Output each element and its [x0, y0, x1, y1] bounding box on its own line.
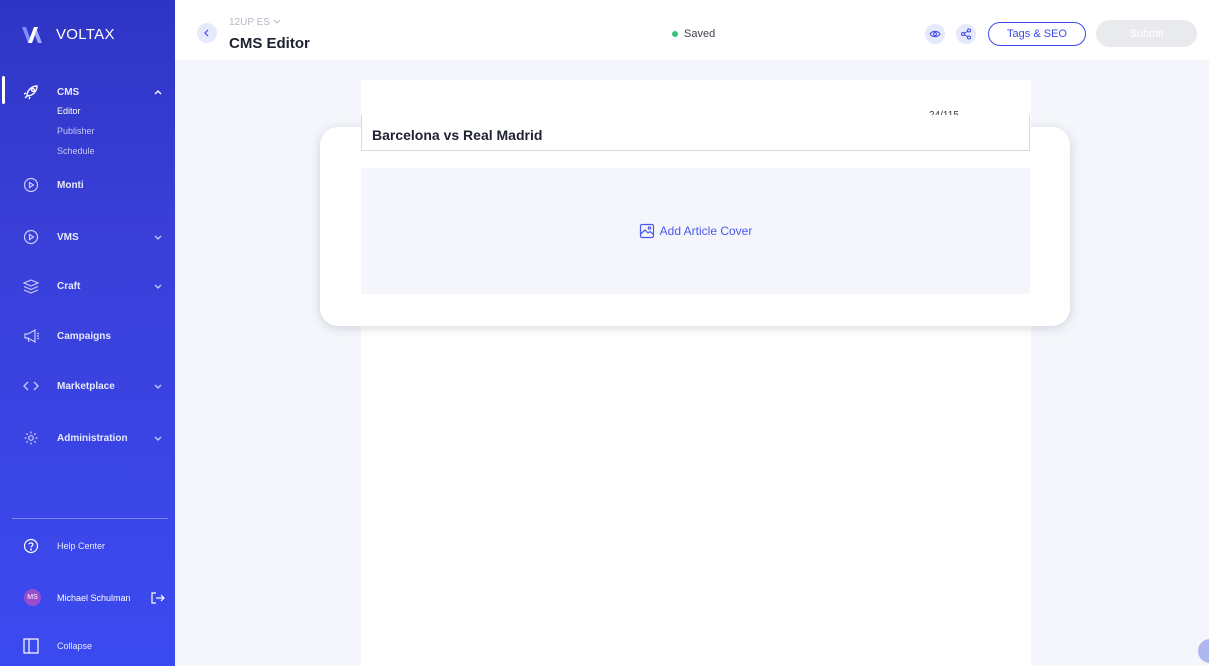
help-circle-icon	[22, 537, 40, 555]
collapse-label: Collapse	[57, 641, 93, 651]
sidebar-collapse-button[interactable]: Collapse	[0, 634, 175, 658]
sidebar-panel-icon	[22, 637, 40, 655]
rocket-icon	[22, 83, 40, 101]
share-button[interactable]	[956, 24, 976, 44]
sidebar-subitem-editor[interactable]: Editor	[57, 106, 81, 116]
save-status-label: Saved	[684, 28, 716, 40]
brand-name: VOLTAX	[56, 26, 115, 43]
sidebar-item-help-center[interactable]: Help Center	[0, 534, 175, 558]
share-icon	[961, 28, 971, 40]
sidebar-subitem-publisher[interactable]: Publisher	[57, 126, 95, 136]
sidebar-item-marketplace[interactable]: Marketplace	[0, 374, 175, 398]
sidebar-divider	[12, 518, 168, 519]
chevron-down-icon	[154, 284, 162, 289]
back-button[interactable]	[197, 23, 217, 43]
megaphone-icon	[22, 327, 40, 345]
play-circle-icon	[22, 228, 40, 246]
submit-button[interactable]: Submit	[1096, 20, 1197, 47]
chevron-down-icon	[154, 436, 162, 441]
page-title: CMS Editor	[229, 35, 310, 52]
gear-icon	[22, 429, 40, 447]
layers-icon	[22, 277, 40, 295]
code-brackets-icon	[22, 377, 40, 395]
site-selector[interactable]: 12UP ES	[229, 17, 281, 28]
sidebar-item-label: Monti	[57, 179, 84, 191]
sidebar-item-monti[interactable]: Monti	[0, 173, 175, 197]
chevron-up-icon	[154, 90, 162, 95]
status-dot	[672, 31, 678, 37]
add-cover-label: Add Article Cover	[659, 224, 753, 238]
add-cover-area[interactable]: Add Article Cover	[361, 168, 1030, 294]
chevron-down-icon	[154, 384, 162, 389]
add-cover-button[interactable]: Add Article Cover	[639, 223, 753, 239]
sidebar-item-administration[interactable]: Administration	[0, 426, 175, 450]
play-circle-icon	[22, 176, 40, 194]
chevron-left-icon	[204, 29, 209, 37]
logout-icon[interactable]	[150, 591, 166, 605]
sidebar-item-label: Administration	[57, 432, 128, 444]
sidebar: VOLTAX CMS Editor Publisher Schedule Mon…	[0, 0, 175, 666]
sidebar-item-label: VMS	[57, 231, 79, 243]
article-title-field[interactable]: Barcelona vs Real Madrid	[361, 115, 1030, 151]
sidebar-item-label: Help Center	[57, 541, 106, 551]
voltax-logo-icon	[22, 26, 42, 43]
sidebar-item-vms[interactable]: VMS	[0, 225, 175, 249]
image-icon	[639, 223, 654, 239]
tags-seo-button[interactable]: Tags & SEO	[988, 22, 1086, 46]
sidebar-item-craft[interactable]: Craft	[0, 274, 175, 298]
chevron-down-icon	[273, 19, 281, 24]
sidebar-user: Michael Schulman	[0, 586, 175, 610]
sidebar-item-label: Craft	[57, 280, 81, 292]
site-selector-label: 12UP ES	[229, 17, 270, 28]
user-name: Michael Schulman	[57, 593, 131, 603]
sidebar-item-label: Campaigns	[57, 330, 111, 342]
chevron-down-icon	[154, 235, 162, 240]
preview-button[interactable]	[925, 24, 945, 44]
sidebar-item-cms[interactable]: CMS	[0, 80, 175, 104]
brand-logo[interactable]: VOLTAX	[22, 26, 115, 43]
eye-icon	[929, 30, 941, 38]
sidebar-subitem-schedule[interactable]: Schedule	[57, 146, 95, 156]
save-status: Saved	[672, 28, 715, 40]
sidebar-item-campaigns[interactable]: Campaigns	[0, 324, 175, 348]
sidebar-item-label: CMS	[57, 86, 80, 98]
sidebar-item-label: Marketplace	[57, 380, 115, 392]
